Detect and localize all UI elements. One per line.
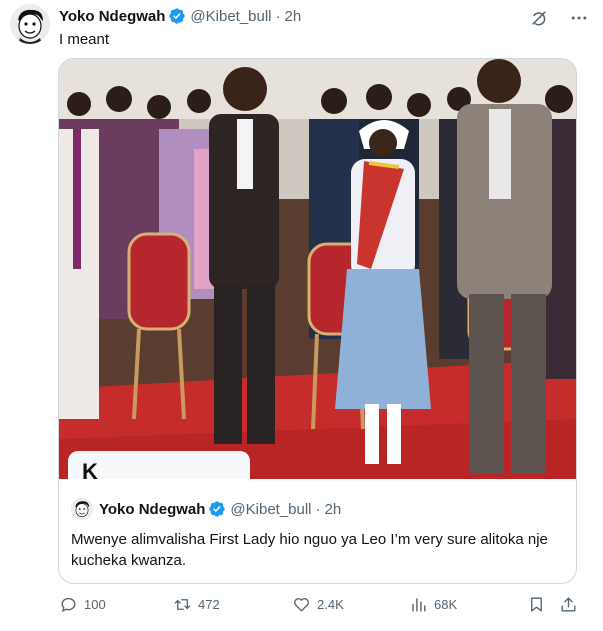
reply-count: 100 xyxy=(84,596,106,612)
repost-icon xyxy=(174,598,191,610)
tweet-header: Yoko Ndegwah @Kibet_bull · 2h xyxy=(59,6,301,26)
quote-header: Yoko Ndegwah @Kibet_bull · 2h xyxy=(71,498,342,520)
like-icon xyxy=(294,597,309,612)
media-overlay-text: K xyxy=(82,459,98,479)
quote-text: Mwenye alimvalisha First Lady hio nguo y… xyxy=(71,531,548,569)
views-button[interactable]: 68K xyxy=(409,592,457,616)
verified-icon xyxy=(209,501,226,517)
author-name[interactable]: Yoko Ndegwah xyxy=(59,8,165,25)
author-avatar[interactable] xyxy=(10,4,50,44)
share-icon xyxy=(561,596,576,612)
like-count: 2.4K xyxy=(317,596,344,612)
event-photo xyxy=(59,59,576,479)
more-icon[interactable] xyxy=(569,8,589,28)
bookmark-icon xyxy=(531,596,542,612)
quote-media-photo[interactable]: K xyxy=(59,59,576,479)
reply-button[interactable]: 100 xyxy=(59,592,106,616)
share-button[interactable] xyxy=(559,592,584,616)
verified-icon xyxy=(169,8,186,24)
tweet-time[interactable]: 2h xyxy=(285,8,302,25)
repost-button[interactable]: 472 xyxy=(173,592,220,616)
like-button[interactable]: 2.4K xyxy=(292,592,344,616)
tweet-text: I meant xyxy=(59,31,110,48)
repost-count: 472 xyxy=(198,596,220,612)
quote-author-avatar xyxy=(71,498,93,520)
views-count: 68K xyxy=(434,596,458,612)
separator-dot: · xyxy=(315,500,321,518)
media-overlay-card: K xyxy=(68,451,250,479)
views-icon xyxy=(412,597,426,612)
bookmark-button[interactable] xyxy=(527,592,552,616)
separator-dot: · xyxy=(275,7,281,25)
grok-icon[interactable] xyxy=(529,8,549,28)
author-handle[interactable]: @Kibet_bull xyxy=(190,8,271,25)
quote-author-handle: @Kibet_bull xyxy=(230,500,312,518)
reply-icon xyxy=(61,597,76,612)
quote-author-name: Yoko Ndegwah xyxy=(99,500,206,518)
header-actions xyxy=(529,8,589,28)
tweet[interactable]: Yoko Ndegwah @Kibet_bull · 2h I meant K … xyxy=(0,0,603,631)
action-bar: 100 472 2.4K 68K xyxy=(59,592,589,616)
quoted-tweet[interactable]: K Yoko Ndegwah @Kibet_bull · 2h Mwenye a… xyxy=(58,58,577,584)
quote-time: 2h xyxy=(324,500,342,518)
